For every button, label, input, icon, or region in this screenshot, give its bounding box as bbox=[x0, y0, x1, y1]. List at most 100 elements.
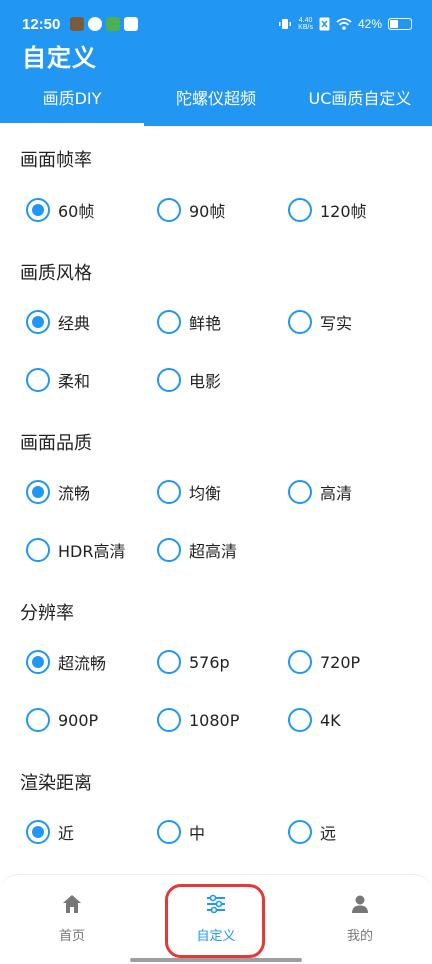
notification-app-icon bbox=[70, 17, 84, 31]
nav-mine[interactable]: 我的 bbox=[300, 893, 420, 944]
radio-option[interactable]: 柔和 bbox=[26, 365, 90, 395]
radio-label: HDR高清 bbox=[58, 542, 126, 561]
radio-label: 电影 bbox=[189, 372, 222, 391]
status-time: 12:50 bbox=[22, 16, 61, 33]
radio-label: 中 bbox=[189, 824, 206, 843]
notification-app-icon bbox=[124, 17, 138, 31]
radio-option[interactable]: 经典 bbox=[26, 307, 90, 337]
wifi-icon bbox=[336, 18, 352, 30]
notification-app-icon bbox=[88, 17, 102, 31]
radio-option[interactable]: 远 bbox=[288, 817, 336, 847]
group-title-resolution: 分辨率 bbox=[20, 603, 74, 624]
radio-label: 流畅 bbox=[58, 484, 91, 503]
tab-gyroscope-overclock[interactable]: 陀螺仪超频 bbox=[144, 76, 288, 126]
gesture-home-bar[interactable] bbox=[130, 958, 302, 962]
radio-button[interactable] bbox=[26, 820, 50, 844]
radio-label: 576p bbox=[189, 652, 230, 672]
vibrate-icon bbox=[279, 19, 292, 29]
radio-label: 远 bbox=[320, 824, 337, 843]
radio-option[interactable]: 120帧 bbox=[288, 195, 367, 225]
radio-option[interactable]: 720P bbox=[288, 647, 360, 677]
radio-button[interactable] bbox=[157, 198, 181, 222]
radio-option[interactable]: 写实 bbox=[288, 307, 352, 337]
battery-icon bbox=[388, 18, 412, 30]
net-speed: 4.40 KB/s bbox=[298, 17, 313, 31]
radio-option[interactable]: 1080P bbox=[157, 705, 239, 735]
tab-quality-diy[interactable]: 画质DIY bbox=[0, 76, 144, 126]
radio-label: 720P bbox=[320, 652, 361, 672]
radio-button[interactable] bbox=[157, 538, 181, 562]
radio-option[interactable]: 900P bbox=[26, 705, 98, 735]
radio-option[interactable]: 均衡 bbox=[157, 477, 221, 507]
app-header: 12:50 4.40 KB/s 42% 自定义 画质DIY 陀螺仪超频 UC画质… bbox=[0, 0, 432, 126]
tab-uc-quality-custom[interactable]: UC画质自定义 bbox=[288, 76, 432, 126]
group-title-frame-rate: 画面帧率 bbox=[20, 150, 92, 171]
nav-label: 我的 bbox=[346, 929, 373, 944]
radio-option[interactable]: 近 bbox=[26, 817, 74, 847]
home-icon bbox=[63, 895, 81, 913]
radio-option[interactable]: 鲜艳 bbox=[157, 307, 221, 337]
nav-home[interactable]: 首页 bbox=[12, 893, 132, 944]
radio-option[interactable]: 90帧 bbox=[157, 195, 225, 225]
radio-label: 写实 bbox=[320, 314, 353, 333]
radio-button[interactable] bbox=[26, 480, 50, 504]
radio-button[interactable] bbox=[288, 820, 312, 844]
radio-label: 高清 bbox=[320, 484, 353, 503]
radio-button[interactable] bbox=[157, 650, 181, 674]
radio-button[interactable] bbox=[288, 310, 312, 334]
radio-option[interactable]: 576p bbox=[157, 647, 230, 677]
nav-label: 首页 bbox=[58, 929, 85, 944]
group-title-picture-quality: 画面品质 bbox=[20, 433, 92, 454]
radio-label: 4K bbox=[320, 710, 341, 730]
page-title: 自定义 bbox=[22, 44, 97, 72]
radio-button[interactable] bbox=[26, 368, 50, 392]
radio-button[interactable] bbox=[288, 708, 312, 732]
battery-fill bbox=[390, 20, 398, 28]
radio-option[interactable]: 电影 bbox=[157, 365, 221, 395]
status-right: 4.40 KB/s 42% bbox=[278, 14, 412, 34]
radio-option[interactable]: 60帧 bbox=[26, 195, 94, 225]
radio-option[interactable]: 超高清 bbox=[157, 535, 237, 565]
radio-button[interactable] bbox=[26, 708, 50, 732]
radio-label: 60帧 bbox=[58, 202, 95, 221]
radio-button[interactable] bbox=[157, 820, 181, 844]
radio-button[interactable] bbox=[157, 480, 181, 504]
radio-button[interactable] bbox=[26, 538, 50, 562]
radio-button[interactable] bbox=[26, 650, 50, 674]
sim-icon bbox=[319, 17, 330, 31]
radio-button[interactable] bbox=[288, 650, 312, 674]
group-title-render-distance: 渲染距离 bbox=[20, 773, 92, 794]
radio-label: 1080P bbox=[189, 710, 240, 730]
radio-option[interactable]: 中 bbox=[157, 817, 205, 847]
radio-label: 柔和 bbox=[58, 372, 91, 391]
net-speed-unit: KB/s bbox=[298, 24, 313, 31]
radio-label: 鲜艳 bbox=[189, 314, 222, 333]
radio-button[interactable] bbox=[157, 310, 181, 334]
radio-label: 900P bbox=[58, 710, 99, 730]
radio-option[interactable]: 流畅 bbox=[26, 477, 90, 507]
radio-button[interactable] bbox=[288, 480, 312, 504]
tab-bar: 画质DIY 陀螺仪超频 UC画质自定义 bbox=[0, 76, 432, 126]
radio-label: 近 bbox=[58, 824, 75, 843]
status-bar: 12:50 4.40 KB/s 42% bbox=[0, 0, 432, 40]
radio-button[interactable] bbox=[26, 198, 50, 222]
battery-percent: 42% bbox=[357, 17, 382, 31]
radio-option[interactable]: HDR高清 bbox=[26, 535, 125, 565]
radio-button[interactable] bbox=[157, 708, 181, 732]
radio-button[interactable] bbox=[288, 198, 312, 222]
net-speed-value: 4.40 bbox=[298, 17, 313, 24]
notification-app-icon bbox=[106, 17, 120, 31]
radio-button[interactable] bbox=[26, 310, 50, 334]
radio-label: 90帧 bbox=[189, 202, 226, 221]
group-title-quality-style: 画质风格 bbox=[20, 263, 92, 284]
radio-option[interactable]: 高清 bbox=[288, 477, 352, 507]
tab-indicator bbox=[0, 123, 144, 126]
radio-label: 经典 bbox=[58, 314, 91, 333]
radio-button[interactable] bbox=[157, 368, 181, 392]
radio-option[interactable]: 超流畅 bbox=[26, 647, 106, 677]
radio-label: 超流畅 bbox=[58, 654, 107, 673]
radio-option[interactable]: 4K bbox=[288, 705, 341, 735]
radio-label: 超高清 bbox=[189, 542, 238, 561]
radio-label: 均衡 bbox=[189, 484, 222, 503]
person-icon bbox=[352, 895, 368, 913]
